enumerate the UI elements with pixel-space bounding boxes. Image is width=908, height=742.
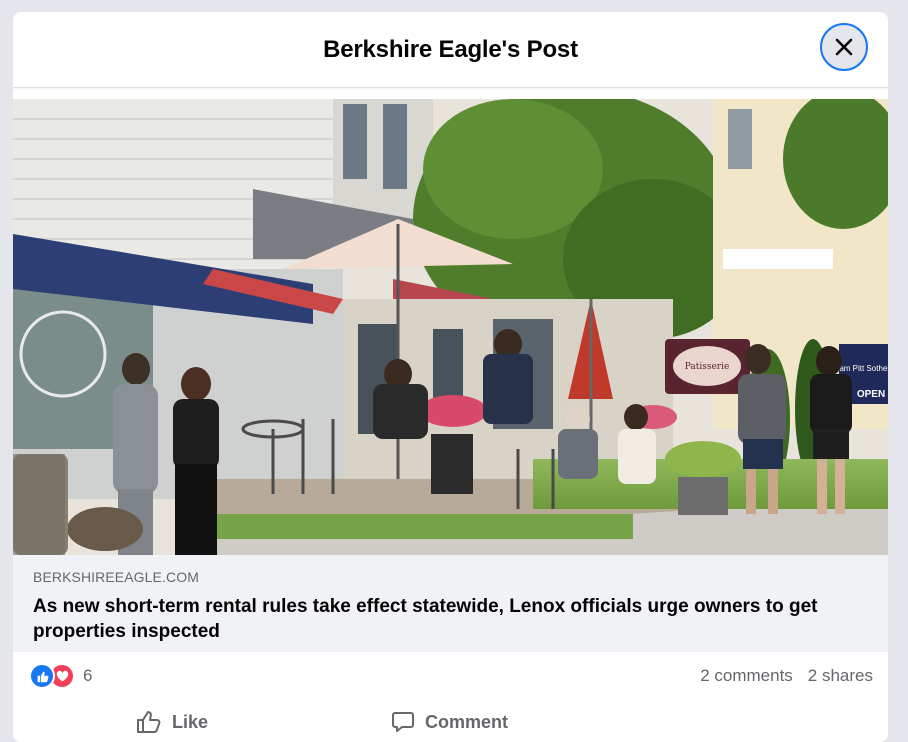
like-label: Like (172, 711, 209, 732)
dialog-header: Berkshire Eagle's Post (13, 12, 888, 88)
close-button[interactable] (820, 23, 868, 71)
post-actions: Like Comment (13, 700, 888, 742)
thumbs-up-icon (137, 711, 161, 733)
comment-button[interactable]: Comment (391, 702, 508, 742)
dialog-title: Berkshire Eagle's Post (323, 36, 578, 63)
shares-count[interactable]: 2 shares (808, 666, 873, 686)
close-icon (835, 38, 853, 56)
open-sign-text: OPEN (857, 389, 885, 400)
like-button[interactable]: Like (136, 702, 208, 742)
article-photo[interactable]: Patisserie William Pitt Sotheby's OPEN (13, 99, 888, 555)
reactions-summary[interactable]: 6 (29, 663, 93, 689)
like-reaction-icon (29, 663, 55, 689)
reaction-count: 6 (83, 666, 93, 685)
engagement-counts: 2 comments 2 shares (700, 666, 873, 686)
link-meta[interactable]: BERKSHIREEAGLE.COM As new short-term ren… (33, 569, 868, 644)
post-dialog: Berkshire Eagle's Post Patisserie Pitt S… (13, 12, 888, 742)
comment-icon (392, 712, 414, 732)
cafe-sign-text: Patisserie (685, 362, 730, 372)
comment-label: Comment (425, 711, 509, 732)
link-title[interactable]: As new short-term rental rules take effe… (33, 594, 868, 644)
link-domain: BERKSHIREEAGLE.COM (33, 569, 199, 585)
post-stats: 6 2 comments 2 shares (13, 652, 888, 700)
comments-count[interactable]: 2 comments (700, 666, 793, 686)
link-preview-card[interactable]: Patisserie William Pitt Sotheby's OPEN (13, 99, 888, 652)
